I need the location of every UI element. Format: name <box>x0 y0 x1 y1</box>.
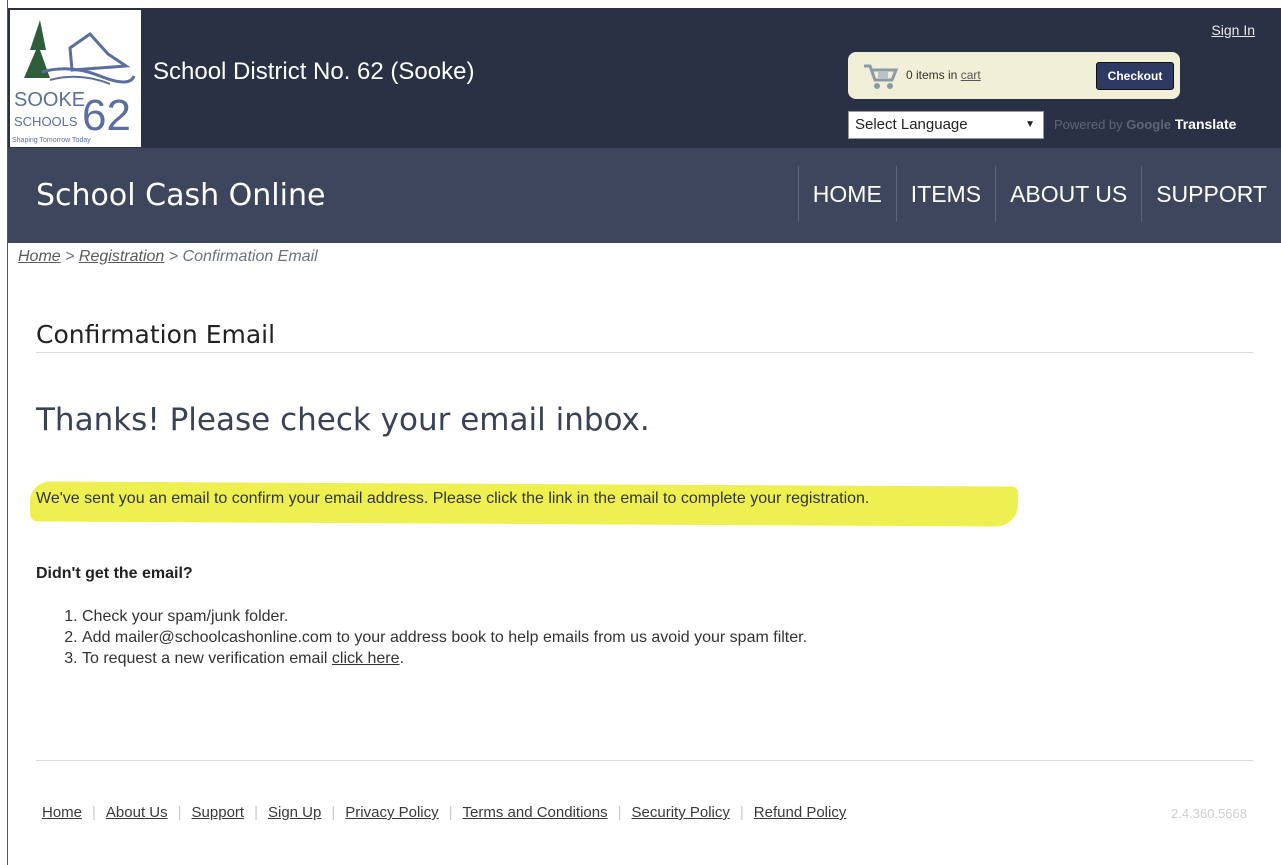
svg-text:SCHOOLS: SCHOOLS <box>14 114 78 129</box>
cart-box: 0 items in cart Checkout <box>848 52 1180 99</box>
nav-menu: HOME ITEMS ABOUT US SUPPORT <box>797 166 1281 222</box>
nav-home[interactable]: HOME <box>797 166 896 222</box>
district-name: School District No. 62 (Sooke) <box>153 58 475 85</box>
footer-link-refund-policy[interactable]: Refund Policy <box>754 804 847 821</box>
footer-link-sign-up[interactable]: Sign Up <box>268 804 321 821</box>
footer-links: Home | About Us | Support | Sign Up | Privacy Po… <box>42 804 846 821</box>
powered-by-text: Powered by <box>1054 117 1127 132</box>
footer-link-about-us[interactable]: About Us <box>106 804 168 821</box>
main-navbar: School Cash Online HOME ITEMS ABOUT US S… <box>8 148 1281 243</box>
footer-separator: | <box>92 804 96 821</box>
breadcrumb: Home > Registration > Confirmation Email <box>18 248 318 266</box>
sign-in-link[interactable]: Sign In <box>1211 22 1255 38</box>
google-translate-attribution: Powered by Google Translate <box>1054 116 1236 132</box>
nav-items[interactable]: ITEMS <box>895 166 995 222</box>
footer-separator: | <box>331 804 336 821</box>
breadcrumb-current: Confirmation Email <box>182 248 318 265</box>
site-header: SOOKE SCHOOLS 62 Shaping Tomorrow Today … <box>8 8 1281 148</box>
checkout-button[interactable]: Checkout <box>1096 62 1174 90</box>
footer-separator: | <box>617 804 622 821</box>
step3-text: To request a new verification email <box>82 650 332 667</box>
footer-separator: | <box>739 804 744 821</box>
list-item: To request a new verification email clic… <box>82 648 807 669</box>
breadcrumb-home[interactable]: Home <box>18 248 61 265</box>
page-title: Confirmation Email <box>36 320 276 349</box>
top-strip <box>0 0 1281 8</box>
google-logo-text[interactable]: Google <box>1126 117 1171 132</box>
svg-text:SOOKE: SOOKE <box>14 89 85 111</box>
nav-about-us[interactable]: ABOUT US <box>995 166 1141 222</box>
footer-link-privacy-policy[interactable]: Privacy Policy <box>345 804 438 821</box>
step3-end: . <box>399 650 404 667</box>
footer-separator: | <box>448 804 453 821</box>
site-brand[interactable]: School Cash Online <box>36 178 325 213</box>
footer-separator: | <box>177 804 182 821</box>
help-steps-list: Check your spam/junk folder. Add mailer@… <box>60 606 807 669</box>
didnt-get-email-heading: Didn't get the email? <box>36 565 193 582</box>
breadcrumb-separator: > <box>164 248 183 265</box>
version-number: 2.4.360.5668 <box>1171 806 1247 821</box>
cart-link[interactable]: cart <box>961 68 981 82</box>
breadcrumb-separator: > <box>60 248 79 265</box>
footer-link-terms[interactable]: Terms and Conditions <box>463 804 608 821</box>
district-logo[interactable]: SOOKE SCHOOLS 62 Shaping Tomorrow Today <box>10 10 141 147</box>
footer-divider <box>36 760 1253 761</box>
translate-text: Translate <box>1171 116 1237 132</box>
language-select[interactable]: Select Language ▼ <box>848 111 1044 139</box>
language-select-value: Select Language <box>855 116 968 133</box>
resend-verification-link[interactable]: click here <box>332 650 400 667</box>
cart-icon[interactable] <box>862 62 900 90</box>
title-divider <box>36 352 1253 353</box>
footer-separator: | <box>254 804 258 821</box>
footer-link-home[interactable]: Home <box>42 804 82 821</box>
svg-text:62: 62 <box>82 91 131 140</box>
breadcrumb-registration[interactable]: Registration <box>79 248 164 265</box>
confirmation-message: We've sent you an email to confirm your … <box>36 490 870 507</box>
list-item: Add mailer@schoolcashonline.com to your … <box>82 627 807 648</box>
cart-summary: 0 items in cart <box>906 68 981 82</box>
svg-text:Shaping Tomorrow Today: Shaping Tomorrow Today <box>12 137 91 144</box>
footer-link-security-policy[interactable]: Security Policy <box>632 804 730 821</box>
footer-link-support[interactable]: Support <box>192 804 245 821</box>
thanks-heading: Thanks! Please check your email inbox. <box>36 402 650 438</box>
dropdown-arrow-icon: ▼ <box>1025 119 1035 130</box>
cart-count-text: 0 items in <box>906 68 961 82</box>
list-item: Check your spam/junk folder. <box>82 606 807 627</box>
nav-support[interactable]: SUPPORT <box>1141 166 1281 222</box>
